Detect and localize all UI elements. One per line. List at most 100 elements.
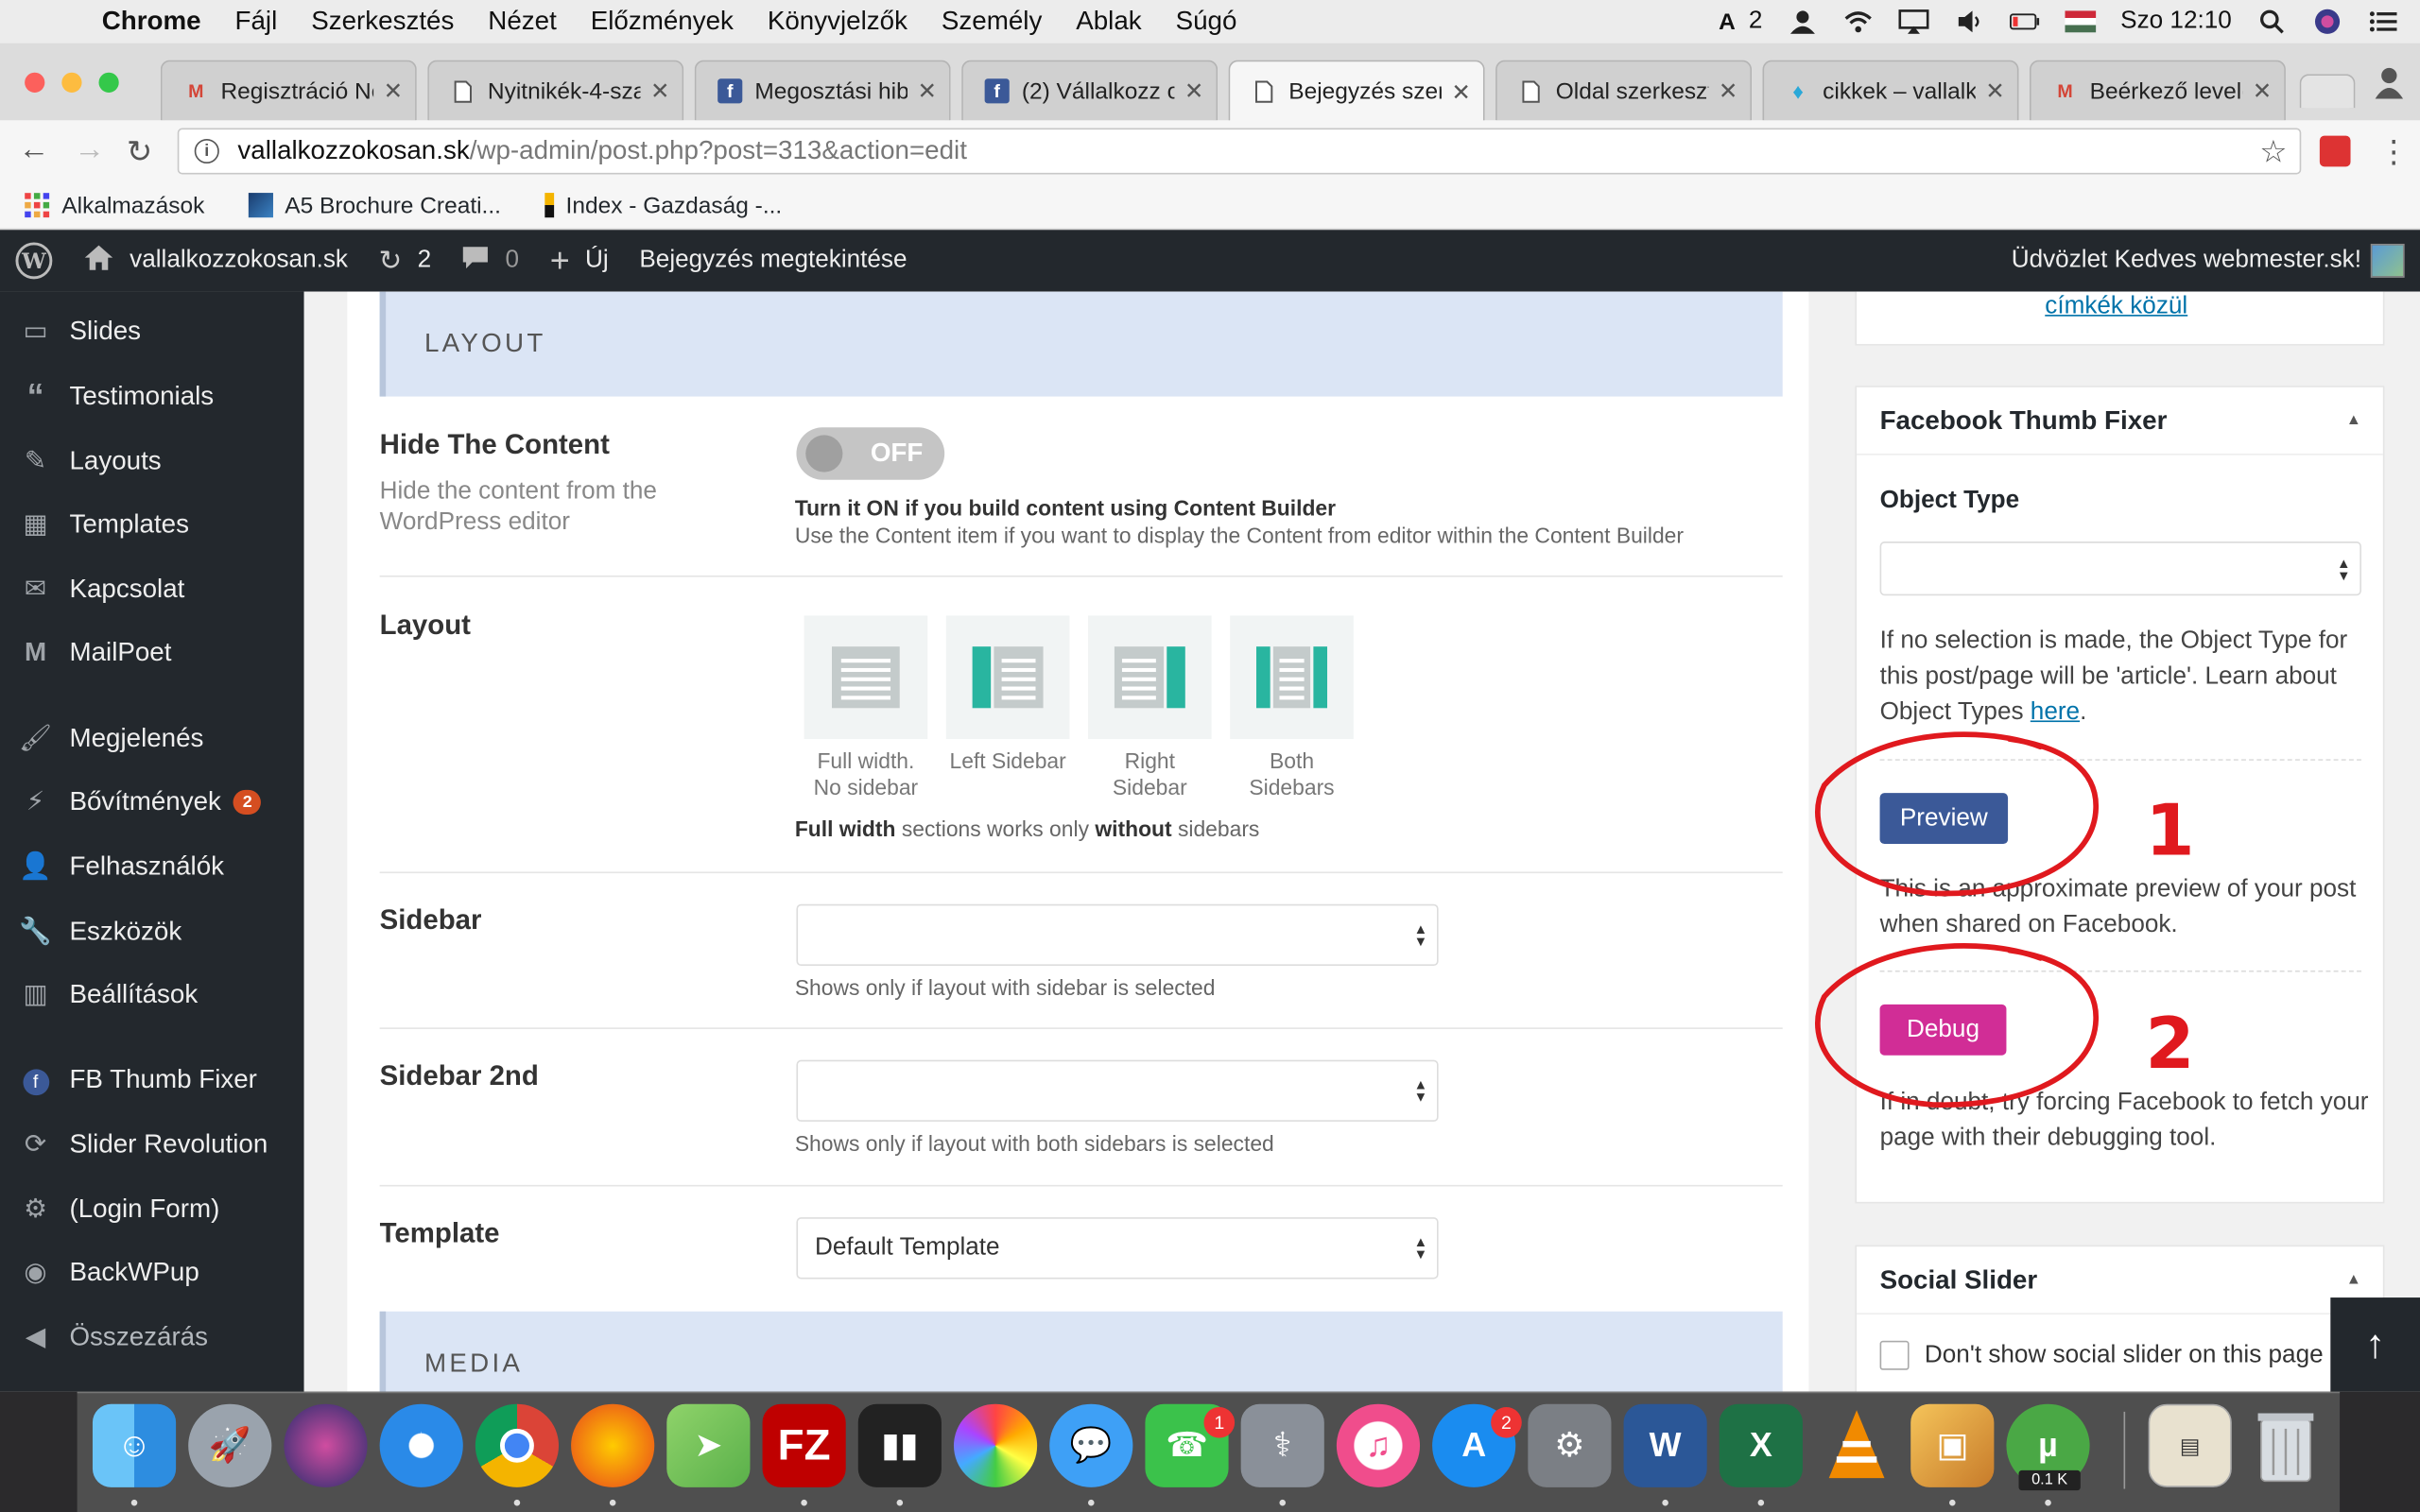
sidebar-item-beallitasok[interactable]: ▥ Beállítások [0,964,304,1025]
site-name-link[interactable]: vallalkozzokosan.sk [83,243,348,279]
view-post-link[interactable]: Bejegyzés megtekintése [639,247,907,274]
layout-option-left-sidebar[interactable] [945,615,1070,740]
wifi-icon[interactable] [1842,9,1874,34]
menu-app-name[interactable]: Chrome [102,7,201,38]
itunes-icon[interactable]: ♫ [1336,1403,1421,1487]
menu-history[interactable]: Előzmények [591,7,734,38]
siri-icon[interactable] [284,1403,368,1487]
reload-icon[interactable]: ↻ [127,132,152,171]
preview-app-icon[interactable]: ▣ [1910,1403,1995,1487]
close-icon[interactable]: ✕ [650,77,670,105]
sidebar-select[interactable]: ▲ ▼ [796,903,1439,967]
choose-from-tags-link[interactable]: címkék közül [2045,293,2187,320]
finder-icon[interactable]: ☺ [92,1403,177,1487]
comments-link[interactable]: 0 [462,245,519,277]
close-window-button[interactable] [25,72,45,93]
fb-thumb-fixer-header[interactable]: Facebook Thumb Fixer ▲ [1857,387,2383,455]
object-types-here-link[interactable]: here [2031,699,2080,726]
layout-option-full-width[interactable] [804,615,928,740]
sidebar-item-bovitmenyek[interactable]: ⚡ Bővítmények 2 [0,771,304,833]
tab-nyitnikek[interactable]: Nyitnikék-4-sza ✕ [427,60,684,121]
messages-icon[interactable]: 💬 [1049,1403,1133,1487]
sidebar-item-testimonials[interactable]: “Testimonials [0,366,304,427]
menu-view[interactable]: Nézet [488,7,557,38]
object-type-select[interactable]: ▲ ▼ [1879,541,2361,596]
avatar[interactable] [2370,243,2405,278]
chrome-menu-icon[interactable]: ⋮ [2378,132,2410,171]
zoom-window-button[interactable] [98,72,119,93]
tab-gmail-registration[interactable]: M Regisztráció Ne ✕ [160,60,417,121]
sidebar-item-kapcsolat[interactable]: ✉ Kapcsolat [0,558,304,620]
menu-edit[interactable]: Szerkesztés [311,7,454,38]
tab-edit-post-active[interactable]: Bejegyzés szer ✕ [1228,60,1485,122]
sidebar-item-eszkozok[interactable]: 🔧 Eszközök [0,901,304,962]
sidebar-item-login-form[interactable]: ⚙ (Login Form) [0,1178,304,1240]
close-icon[interactable]: ✕ [1451,77,1471,106]
bookmark-index[interactable]: Index - Gazdaság -... [544,192,782,218]
word-icon[interactable]: W [1623,1403,1707,1487]
airplay-icon[interactable] [1898,9,1929,34]
tab-facebook-vallalkozz[interactable]: f (2) Vállalkozz o ✕ [961,60,1219,121]
sidebar-item-fb-thumb-fixer[interactable]: f FB Thumb Fixer [0,1049,304,1110]
system-preferences-icon[interactable]: ⚙ [1528,1403,1612,1487]
new-tab-button[interactable] [2299,74,2356,109]
extension-icon[interactable] [2319,135,2351,167]
menu-window[interactable]: Ablak [1076,7,1141,38]
forward-icon[interactable]: → [74,132,105,168]
bookmark-star-icon[interactable]: ☆ [2259,132,2287,171]
collapse-arrow-icon[interactable]: ▲ [2346,412,2361,429]
hungarian-flag-icon[interactable] [2065,10,2097,33]
close-icon[interactable]: ✕ [2253,77,2273,105]
volume-icon[interactable] [1954,9,1985,34]
sidebar-item-layouts[interactable]: ✎ Layouts [0,431,304,492]
template-select[interactable]: Default Template ▲ ▼ [796,1217,1439,1280]
sidebar-item-mailpoet[interactable]: M MailPoet [0,622,304,683]
menubar-clock[interactable]: Szo 12:10 [2120,8,2232,35]
close-icon[interactable]: ✕ [917,77,937,105]
bookmark-apps[interactable]: Alkalmazások [25,192,204,218]
tab-edit-page[interactable]: Oldal szerkeszt ✕ [1495,60,1753,121]
sidebar-item-felhasznalok[interactable]: 👤 Felhasználók [0,836,304,898]
sidebar-item-megjelenes[interactable]: 🖌 Megjelenés [0,708,304,769]
tab-gmail-inbox[interactable]: M Beérkező levele ✕ [2029,60,2286,121]
chrome-icon[interactable] [475,1403,560,1487]
profile-icon[interactable] [2374,65,2405,107]
vlc-icon[interactable] [1815,1404,1898,1487]
safari-icon[interactable]: ✦ [379,1403,463,1487]
sidebar-item-templates[interactable]: ▦ Templates [0,493,304,555]
address-bar[interactable]: i vallalkozzokosan.sk/wp-admin/post.php?… [177,128,2302,175]
bookmark-a5-brochure[interactable]: A5 Brochure Creati... [248,192,501,218]
close-icon[interactable]: ✕ [1985,77,2005,105]
launchpad-icon[interactable]: 🚀 [188,1403,272,1487]
back-icon[interactable]: ← [19,132,50,168]
collapse-arrow-icon[interactable]: ▲ [2346,1271,2361,1288]
social-slider-checkbox[interactable] [1879,1340,1910,1370]
excel-icon[interactable]: X [1719,1403,1803,1487]
menu-help[interactable]: Súgó [1176,7,1237,38]
menu-people[interactable]: Személy [942,7,1042,38]
scroll-to-top-button[interactable]: ↑ [2330,1297,2420,1392]
adobe-icon[interactable]: A [1712,9,1743,35]
trash-icon[interactable] [2244,1404,2327,1487]
close-icon[interactable]: ✕ [384,77,404,105]
spotlight-search-icon[interactable] [2256,9,2288,34]
sidebar-item-slides[interactable]: ▭ Slides [0,301,304,362]
welcome-user[interactable]: Üdvözlet Kedves webmester.sk! [2012,247,2361,274]
updates-link[interactable]: ↻ 2 [379,245,432,277]
menu-bookmarks[interactable]: Könyvjelzők [768,7,908,38]
user-icon[interactable] [1788,9,1819,34]
sidebar-item-slider-revolution[interactable]: ⟳ Slider Revolution [0,1114,304,1176]
sidebar-item-backwpup[interactable]: ◉ BackWPup [0,1242,304,1303]
maps-icon[interactable]: ➤ [666,1403,751,1487]
wordpress-logo-icon[interactable]: W [15,242,53,280]
battery-icon[interactable] [2009,9,2041,34]
hide-content-toggle[interactable]: OFF [796,427,945,480]
info-icon[interactable]: i [194,138,219,164]
photos-icon[interactable] [953,1403,1038,1487]
disk-utility-icon[interactable]: ⚕ [1240,1403,1324,1487]
menu-file[interactable]: Fájl [235,7,278,38]
siri-icon[interactable] [2312,9,2343,34]
close-icon[interactable]: ✕ [1719,77,1738,105]
tab-articles[interactable]: ♦ cikkek – vallalk ✕ [1762,60,2019,121]
notification-center-icon[interactable] [2367,9,2398,34]
